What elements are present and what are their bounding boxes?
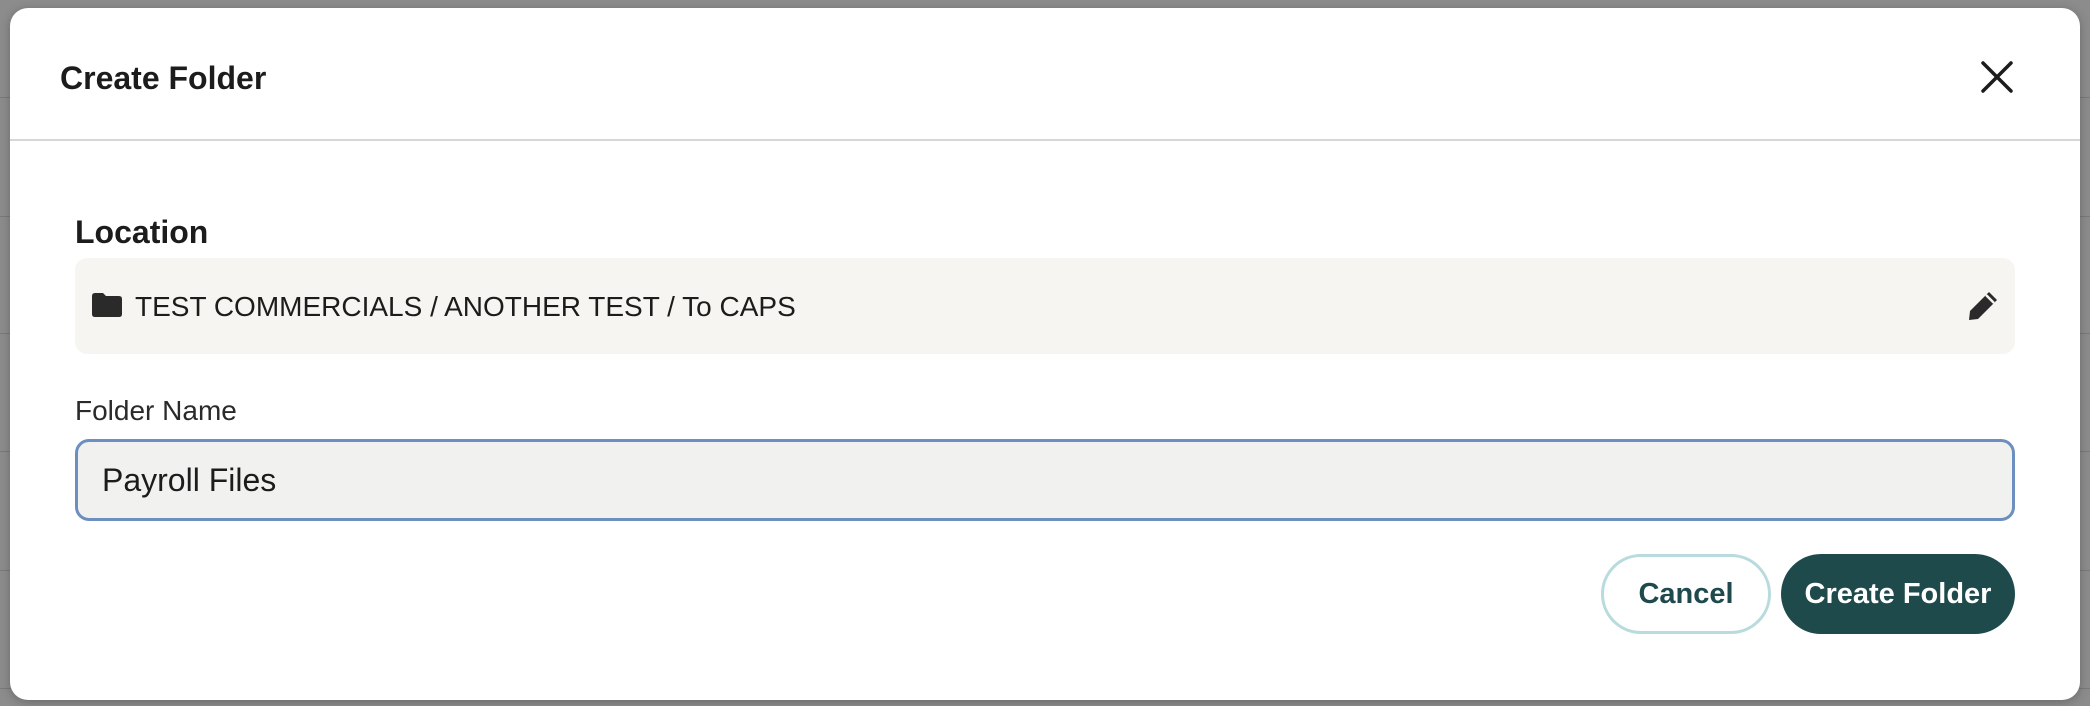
dialog-title: Create Folder	[60, 60, 267, 96]
close-button[interactable]	[1974, 54, 2020, 100]
cancel-button[interactable]: Cancel	[1601, 554, 1771, 634]
pencil-icon	[1969, 292, 1997, 320]
dialog-header: Create Folder	[10, 8, 2080, 141]
close-icon	[1981, 61, 2013, 93]
folder-icon	[92, 293, 122, 317]
folder-name-input[interactable]	[75, 439, 2015, 521]
folder-name-label: Folder Name	[75, 395, 237, 426]
create-folder-dialog: Create Folder Location TEST COMMERCIALS …	[10, 8, 2080, 700]
location-path: TEST COMMERCIALS / ANOTHER TEST / To CAP…	[135, 291, 796, 322]
edit-location-button[interactable]	[1965, 288, 2001, 324]
create-folder-button[interactable]: Create Folder	[1781, 554, 2015, 634]
location-label: Location	[75, 214, 209, 250]
location-field: TEST COMMERCIALS / ANOTHER TEST / To CAP…	[75, 258, 2015, 354]
